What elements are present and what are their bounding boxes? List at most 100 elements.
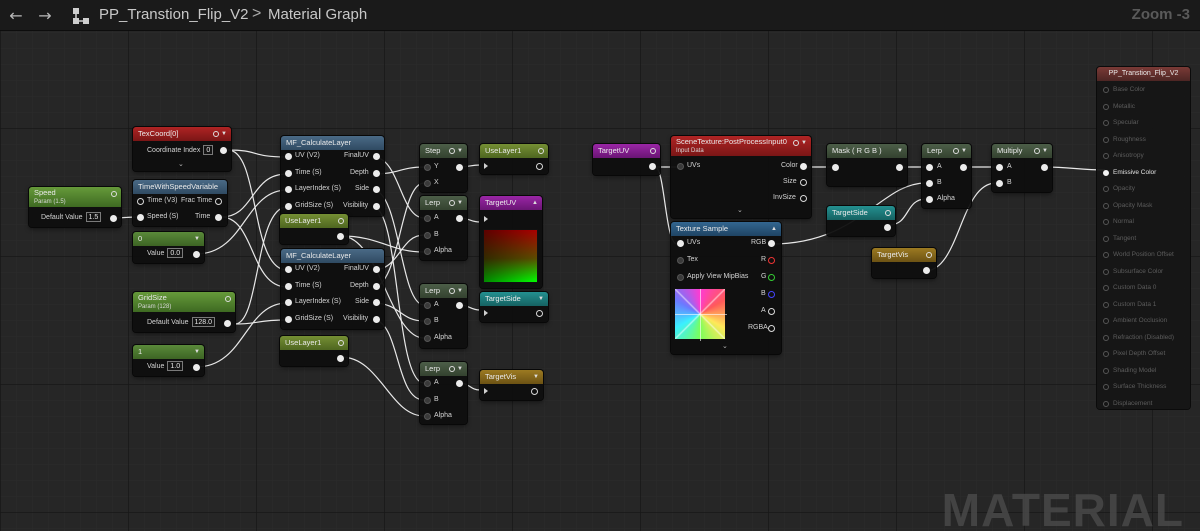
output-pin[interactable] — [884, 224, 891, 231]
input-pin[interactable] — [1103, 400, 1109, 407]
breadcrumb-asset-name[interactable]: PP_Transtion_Flip_V2 — [99, 6, 249, 23]
input-pin[interactable] — [677, 163, 684, 170]
targetside-usage-node[interactable]: TargetSide — [827, 206, 895, 236]
input-pin[interactable] — [1103, 351, 1109, 357]
output-pin[interactable] — [215, 198, 222, 205]
chevron-down-icon[interactable]: ⌄ — [722, 342, 728, 350]
texcoord-node[interactable]: TexCoord[0] ▼ Coordinate Index 0 ⌄ — [133, 127, 231, 171]
input-pin[interactable] — [484, 388, 488, 394]
input-pin[interactable] — [484, 163, 488, 169]
lerp-node-4[interactable]: Lerp ▼ A B Alpha — [922, 144, 971, 208]
input-pin[interactable] — [424, 302, 431, 309]
input-pin[interactable] — [285, 170, 292, 177]
input-pin[interactable] — [484, 310, 488, 316]
input-pin[interactable] — [677, 274, 684, 281]
input-pin[interactable] — [1103, 219, 1109, 225]
targetvis-declaration-node[interactable]: TargetVis ▼ — [480, 370, 543, 400]
input-pin[interactable] — [1103, 202, 1109, 209]
input-pin[interactable] — [1103, 301, 1109, 308]
input-pin[interactable] — [677, 257, 684, 264]
output-pin[interactable] — [536, 310, 543, 317]
output-pin[interactable] — [456, 164, 463, 171]
output-pin[interactable] — [768, 325, 775, 332]
input-pin[interactable] — [832, 164, 839, 171]
value-field[interactable]: Value 1.0 — [147, 361, 184, 373]
input-pin[interactable] — [424, 335, 431, 342]
output-pin[interactable] — [373, 203, 380, 210]
output-pin[interactable] — [193, 364, 200, 371]
output-pin[interactable] — [768, 291, 775, 298]
output-pin[interactable] — [193, 251, 200, 258]
chevron-down-icon[interactable]: ⌄ — [178, 160, 184, 168]
input-pin[interactable] — [1103, 87, 1109, 93]
input-pin[interactable] — [1103, 235, 1109, 242]
step-node[interactable]: Step ▼ Y X — [420, 144, 467, 192]
gridsize-param-node[interactable]: GridSize Param (128) Default Value 128.0 — [133, 292, 235, 332]
speed-param-node[interactable]: Speed Param (1.5) Default Value 1.5 — [29, 187, 121, 227]
input-pin[interactable] — [1103, 268, 1109, 275]
input-pin[interactable] — [424, 397, 431, 404]
input-pin[interactable] — [285, 283, 292, 290]
output-pin[interactable] — [337, 355, 344, 362]
output-pin[interactable] — [456, 302, 463, 309]
input-pin[interactable] — [1103, 318, 1109, 324]
targetside-declaration-node[interactable]: TargetSide ▼ — [480, 292, 548, 322]
mask-rgb-node[interactable]: Mask ( R G B ) ▼ — [827, 144, 907, 186]
output-pin[interactable] — [373, 266, 380, 273]
input-pin[interactable] — [285, 299, 292, 306]
chevron-down-icon[interactable]: ⌄ — [737, 206, 743, 214]
input-pin[interactable] — [1103, 103, 1109, 110]
output-pin[interactable] — [373, 186, 380, 193]
output-pin[interactable] — [800, 195, 807, 202]
calculate-layer-node-1[interactable]: MF_CalculateLayer UV (V2) Time (S) Layer… — [281, 136, 384, 216]
output-pin[interactable] — [1041, 164, 1048, 171]
output-pin[interactable] — [531, 388, 538, 395]
lerp-node-1[interactable]: Lerp ▼ A B Alpha — [420, 196, 467, 260]
input-pin[interactable] — [424, 380, 431, 387]
material-result-node[interactable]: PP_Transtion_Flip_V2 Base Color Metallic S… — [1097, 67, 1190, 409]
input-pin[interactable] — [484, 216, 488, 222]
input-pin[interactable] — [996, 180, 1003, 187]
targetuv-usage-node[interactable]: TargetUV — [593, 144, 660, 175]
output-pin[interactable] — [768, 274, 775, 281]
breadcrumb-graph-name[interactable]: Material Graph — [268, 6, 367, 23]
input-pin[interactable] — [1103, 252, 1109, 258]
output-pin[interactable] — [373, 283, 380, 290]
input-pin[interactable] — [285, 266, 292, 273]
input-pin[interactable] — [1103, 136, 1109, 143]
output-pin[interactable] — [768, 308, 775, 315]
input-pin[interactable] — [1103, 384, 1109, 390]
output-pin[interactable] — [373, 299, 380, 306]
output-pin[interactable] — [456, 380, 463, 387]
input-pin[interactable] — [1103, 120, 1109, 126]
default-value-field[interactable]: Default Value 1.5 — [41, 212, 102, 224]
uselayer-node-b[interactable]: UseLayer1 — [280, 336, 348, 366]
output-pin[interactable] — [960, 164, 967, 171]
input-pin[interactable] — [424, 215, 431, 222]
output-pin[interactable] — [768, 240, 775, 247]
output-pin[interactable] — [110, 215, 117, 222]
input-pin[interactable] — [1103, 153, 1109, 159]
input-pin[interactable] — [1103, 285, 1109, 291]
input-pin[interactable] — [285, 186, 292, 193]
input-pin[interactable] — [1103, 186, 1109, 192]
output-pin[interactable] — [536, 163, 543, 170]
value-field[interactable]: Value 0.0 — [147, 248, 184, 260]
arrow-left-icon[interactable]: ← — [6, 6, 26, 26]
input-pin[interactable] — [424, 164, 431, 171]
lerp-node-2[interactable]: Lerp ▼ A B Alpha — [420, 284, 467, 348]
output-pin[interactable] — [337, 233, 344, 240]
default-value-field[interactable]: Default Value 128.0 — [147, 317, 216, 329]
input-pin[interactable] — [1103, 334, 1109, 341]
output-pin[interactable] — [373, 153, 380, 160]
input-pin[interactable] — [424, 318, 431, 325]
uselayer-node-c[interactable]: UseLayer1 — [480, 144, 548, 174]
input-pin[interactable] — [926, 164, 933, 171]
coordinate-index-field[interactable]: Coordinate Index 0 — [147, 145, 214, 157]
input-pin[interactable] — [424, 180, 431, 187]
input-pin[interactable] — [996, 164, 1003, 171]
input-pin[interactable] — [285, 203, 292, 210]
lerp-node-3[interactable]: Lerp ▼ A B Alpha — [420, 362, 467, 424]
graph-canvas-grid[interactable] — [0, 0, 1200, 531]
output-pin[interactable] — [800, 163, 807, 170]
